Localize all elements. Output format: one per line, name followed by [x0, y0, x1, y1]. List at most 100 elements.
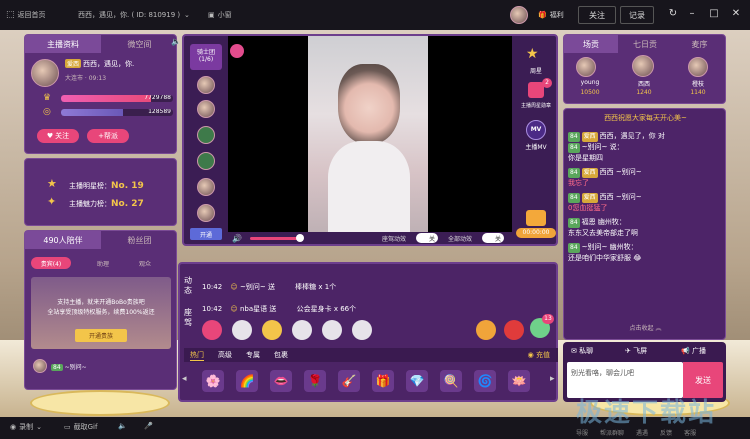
viewer-item[interactable]: 84 ~别问~ — [51, 362, 87, 371]
exp-bar: 7729788 — [61, 95, 173, 102]
tab-bag[interactable]: 包裹 — [274, 350, 288, 360]
tab-exclusive[interactable]: 专属 — [246, 350, 260, 360]
follow-top-button[interactable]: 关注 — [578, 6, 616, 24]
back-home-button[interactable]: ⬚ 返回首页 — [6, 0, 46, 30]
exp-value: 7729788 — [144, 95, 171, 101]
viewer-avatar[interactable] — [33, 359, 47, 373]
knight-avatar-5[interactable] — [197, 178, 215, 196]
red-packet-icon[interactable] — [504, 320, 524, 340]
anchor-avatar[interactable] — [31, 59, 59, 87]
tab-mic-queue[interactable]: 麦序 — [672, 35, 727, 53]
bottom-links: 导服 帮派群聊 遇遇 反馈 客服 — [576, 428, 696, 437]
chat-message: 84 ~别问~ 说： — [568, 143, 624, 153]
gift-item-9[interactable]: 🌀 — [474, 370, 496, 392]
contributor-score-3: 1140 — [690, 89, 706, 96]
gift-item-2[interactable]: 🌈 — [236, 370, 258, 392]
treasure-chest-icon[interactable] — [526, 210, 546, 226]
subtab-assistant[interactable]: 助理 — [97, 259, 109, 268]
watermark: 极速下载站 — [576, 398, 717, 428]
volume-slider-handle[interactable] — [296, 234, 304, 242]
contributor-avatar-2[interactable] — [576, 57, 596, 77]
user-avatar[interactable] — [510, 6, 528, 24]
gift-item-3[interactable]: 👄 — [270, 370, 292, 392]
seat-effect-toggle[interactable]: 关 — [416, 233, 438, 243]
record-top-button[interactable]: 记录 — [620, 6, 654, 24]
knight-column: 骑士团 (1/6) 开通 — [188, 42, 224, 242]
music-icon[interactable] — [476, 320, 496, 340]
gift-item-6[interactable]: 🎁 — [372, 370, 394, 392]
chat-message: 84 爱西 西西 ~别问~ — [568, 193, 642, 203]
recharge-button[interactable]: ◉ 充值 — [528, 350, 550, 360]
knight-avatar-3[interactable] — [197, 126, 215, 144]
seat-avatars — [202, 320, 372, 340]
speaker-icon[interactable]: 🔈 — [171, 37, 181, 46]
tab-session-contrib[interactable]: 场贡 — [564, 35, 618, 53]
open-knight-button[interactable]: 开通 — [190, 228, 222, 240]
fly-screen-tab[interactable]: ✈ 飞屏 — [625, 346, 647, 356]
tab-week-contrib[interactable]: 七日贡 — [618, 35, 672, 53]
bottom-link-1[interactable]: 导服 — [576, 428, 588, 437]
back-label: 返回首页 — [17, 11, 46, 19]
refresh-icon[interactable]: ↻ — [667, 8, 679, 22]
feed-row-2: 10:42 ☺ nba星语 送 公会星身卡 x 66个 — [202, 305, 357, 313]
room-dropdown-icon[interactable]: ⌄ — [184, 0, 190, 30]
open-noble-button[interactable]: 开通贵族 — [75, 329, 127, 342]
weekly-star-icon[interactable]: ★ — [526, 46, 539, 62]
bottom-link-3[interactable]: 遇遇 — [636, 428, 648, 437]
welfare-button[interactable]: 🎁 福利 — [538, 0, 564, 30]
private-chat-tab[interactable]: ✉ 私聊 — [571, 346, 593, 356]
medal-count-badge: 2 — [542, 78, 552, 88]
maximize-icon[interactable]: □ — [708, 8, 720, 22]
mv-icon[interactable]: MV — [526, 120, 546, 140]
chat-message: 你是星期四 — [568, 154, 603, 162]
gift-item-5[interactable]: 🎸 — [338, 370, 360, 392]
volume-icon[interactable]: 🔊 — [232, 234, 242, 243]
back-arrow-icon: ⬚ — [6, 10, 15, 20]
tab-anchor-info[interactable]: 主播资料 — [25, 35, 101, 53]
microphone-icon[interactable]: 🎤 — [144, 422, 153, 430]
anchor-info-panel: 主播资料 微空间 爱西 西西，遇见，你. 大连市 · 09:13 ♛ 772978… — [24, 34, 181, 154]
knight-avatar-2[interactable] — [197, 100, 215, 118]
bottom-link-4[interactable]: 反馈 — [660, 428, 672, 437]
gif-capture-button[interactable]: ▭ 截取Gif — [64, 422, 97, 432]
minimize-icon[interactable]: – — [686, 8, 698, 22]
chat-message: 0您血挺猛了 — [568, 204, 608, 212]
knight-group-label[interactable]: 骑士团 (1/6) — [190, 44, 222, 70]
tab-advanced[interactable]: 高级 — [218, 350, 232, 360]
gift-item-7[interactable]: 💎 — [406, 370, 428, 392]
bottom-link-2[interactable]: 帮派群聊 — [600, 428, 624, 437]
support-button[interactable]: +帮派 — [87, 129, 129, 143]
stage-pedestal — [30, 390, 170, 416]
record-button[interactable]: ◉ 录制 ⌄ — [10, 422, 42, 432]
video-player[interactable]: 🔊 — [228, 36, 512, 243]
gift-next-arrow[interactable]: ▸ — [550, 374, 555, 384]
knight-avatar-1[interactable] — [197, 76, 215, 94]
knight-avatar-4[interactable] — [197, 152, 215, 170]
volume-bottom-icon[interactable]: 🔈 — [118, 422, 127, 430]
volume-slider[interactable] — [250, 237, 298, 240]
gift-prev-arrow[interactable]: ◂ — [182, 374, 187, 384]
tab-micro-space[interactable]: 微空间 — [101, 35, 178, 53]
timer-label: 00:00:00 — [516, 228, 556, 238]
subtab-vip[interactable]: 贵宾(4) — [31, 257, 71, 269]
knight-avatar-6[interactable] — [197, 204, 215, 222]
bottom-link-5[interactable]: 客服 — [684, 428, 696, 437]
contributor-avatar-1[interactable] — [632, 55, 654, 77]
charm-icon: ✦ — [47, 195, 57, 208]
mini-window-button[interactable]: ▣ 小窗 — [208, 0, 232, 30]
close-icon[interactable]: ✕ — [730, 8, 742, 22]
gift-item-4[interactable]: 🌹 — [304, 370, 326, 392]
full-effect-toggle[interactable]: 关 — [482, 233, 504, 243]
gift-item-8[interactable]: 🍭 — [440, 370, 462, 392]
seat-avatar-2 — [232, 320, 252, 340]
subtab-audience[interactable]: 观众 — [139, 259, 151, 268]
contributor-avatar-3[interactable] — [688, 57, 708, 77]
tab-hot[interactable]: 热门 — [190, 350, 204, 361]
gift-item-1[interactable]: 🌸 — [202, 370, 224, 392]
tab-viewers[interactable]: 490人陪伴 — [25, 231, 101, 249]
follow-button[interactable]: ♥ 关注 — [37, 129, 79, 143]
collapse-button[interactable]: 点击收起 ︽ — [564, 323, 727, 332]
broadcast-tab[interactable]: 📢 广播 — [681, 346, 706, 356]
tab-fan-club[interactable]: 粉丝团 — [101, 231, 178, 249]
gift-item-10[interactable]: 🪷 — [508, 370, 530, 392]
